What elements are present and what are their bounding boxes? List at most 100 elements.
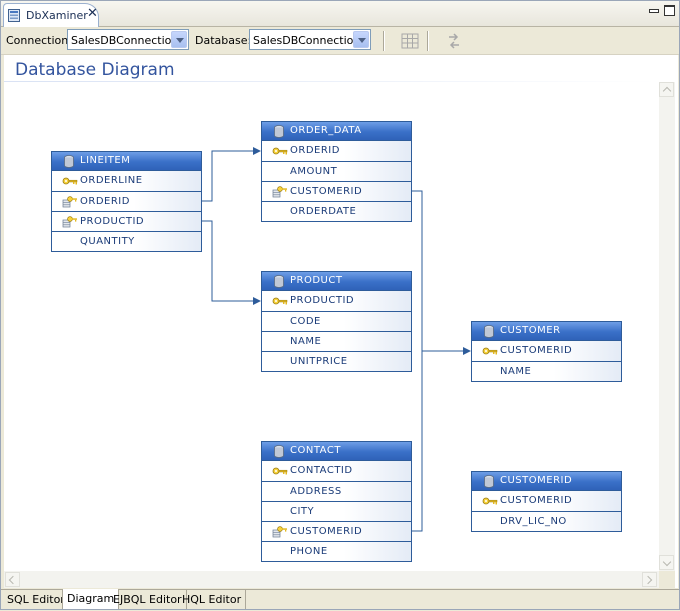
entity-column[interactable]: NAME <box>262 331 411 351</box>
entity-column[interactable]: CUSTOMERID <box>262 181 411 201</box>
column-label: NAME <box>290 336 322 347</box>
page-title: Database Diagram <box>15 60 175 80</box>
entity-column[interactable]: QUANTITY <box>52 231 201 251</box>
view-tab-title: DbXaminer <box>26 9 88 22</box>
entity-header[interactable]: CUSTOMERID <box>472 472 621 491</box>
entity-contact[interactable]: CONTACT CONTACTID ADDRESS CITY CUSTOMERI… <box>261 441 412 562</box>
column-label: ORDERID <box>290 145 340 156</box>
entity-name: CUSTOMERID <box>500 475 573 486</box>
chevron-down-icon[interactable] <box>353 31 369 48</box>
toolbar: Connection: SalesDBConnection Database: … <box>1 27 679 55</box>
column-label: PRODUCTID <box>80 216 145 227</box>
column-label: ADDRESS <box>290 486 342 497</box>
connection-select[interactable]: SalesDBConnection <box>67 29 189 50</box>
entity-order-data[interactable]: ORDER_DATA ORDERID AMOUNT CUSTOMERID ORD… <box>261 121 412 222</box>
entity-column[interactable]: DRV_LIC_NO <box>472 511 621 531</box>
entity-header[interactable]: CUSTOMER <box>472 322 621 341</box>
table-icon <box>484 325 494 338</box>
foreign-key-icon <box>62 196 77 208</box>
entity-name: CUSTOMER <box>500 325 561 336</box>
column-label: CONTACTID <box>290 465 353 476</box>
dbxaminer-window: DbXaminer ✕ Connection: SalesDBConnectio… <box>0 0 680 610</box>
entity-column[interactable]: ORDERDATE <box>262 201 411 221</box>
entity-column[interactable]: CUSTOMERID <box>472 341 621 361</box>
scroll-up-icon[interactable] <box>659 82 674 97</box>
entity-column[interactable]: AMOUNT <box>262 161 411 181</box>
entity-column[interactable]: CUSTOMERID <box>472 491 621 511</box>
entity-column[interactable]: CITY <box>262 501 411 521</box>
title-divider <box>4 81 658 82</box>
foreign-key-icon <box>272 186 287 198</box>
column-label: CUSTOMERID <box>290 526 363 537</box>
view-tab-bar: DbXaminer ✕ <box>1 1 679 27</box>
entity-column[interactable]: ADDRESS <box>262 481 411 501</box>
column-label: CODE <box>290 316 321 327</box>
column-label: DRV_LIC_NO <box>500 516 567 527</box>
column-label: ORDERLINE <box>80 175 143 186</box>
refresh-arrows-icon[interactable] <box>443 30 465 52</box>
column-label: ORDERDATE <box>290 206 357 217</box>
toolbar-separator <box>427 31 429 51</box>
tab-hql-editor[interactable]: HQL Editor <box>178 590 247 609</box>
entity-column[interactable]: CUSTOMERID <box>262 521 411 541</box>
scroll-down-icon[interactable] <box>659 555 674 570</box>
table-icon <box>274 445 284 458</box>
vertical-scrollbar[interactable] <box>659 82 675 571</box>
entity-column[interactable]: ORDERID <box>52 191 201 211</box>
entity-column[interactable]: UNITPRICE <box>262 351 411 371</box>
scrollbar-corner <box>659 571 675 588</box>
view-tab-dbxaminer[interactable]: DbXaminer ✕ <box>3 3 99 27</box>
column-label: QUANTITY <box>80 236 135 247</box>
entity-header[interactable]: ORDER_DATA <box>262 122 411 141</box>
column-label: UNITPRICE <box>290 356 348 367</box>
tab-ejbql-editor[interactable]: EJBQL Editor <box>109 590 187 609</box>
primary-key-icon <box>272 467 288 475</box>
tab-sql-editor[interactable]: SQL Editor <box>3 590 70 609</box>
entity-name: LINEITEM <box>80 155 131 166</box>
entity-product[interactable]: PRODUCT PRODUCTID CODE NAME UNITPRICE <box>261 271 412 372</box>
connection-select-value: SalesDBConnection <box>71 34 179 47</box>
column-label: PRODUCTID <box>290 295 355 306</box>
database-label: Database: <box>195 34 252 47</box>
entity-column[interactable]: PRODUCTID <box>52 211 201 231</box>
entity-column[interactable]: PRODUCTID <box>262 291 411 311</box>
entity-header[interactable]: LINEITEM <box>52 152 201 171</box>
column-label: CUSTOMERID <box>290 186 363 197</box>
entity-header[interactable]: CONTACT <box>262 442 411 461</box>
foreign-key-icon <box>62 216 77 228</box>
close-tab-icon[interactable]: ✕ <box>87 6 98 21</box>
entity-header[interactable]: PRODUCT <box>262 272 411 291</box>
entity-name: PRODUCT <box>290 275 343 286</box>
entity-column[interactable]: ORDERID <box>262 141 411 161</box>
column-label: PHONE <box>290 546 328 557</box>
maximize-icon[interactable] <box>664 5 675 16</box>
editor-tab-bar: SQL Editor Diagram EJBQL Editor HQL Edit… <box>1 589 679 609</box>
table-icon <box>64 155 74 168</box>
foreign-key-icon <box>272 526 287 538</box>
entity-lineitem[interactable]: LINEITEM ORDERLINE ORDERID PRODUCTID QUA… <box>51 151 202 252</box>
entity-column[interactable]: NAME <box>472 361 621 381</box>
minimize-icon[interactable] <box>648 5 659 16</box>
entity-customerid[interactable]: CUSTOMERID CUSTOMERID DRV_LIC_NO <box>471 471 622 532</box>
grid-layout-icon[interactable] <box>399 30 421 52</box>
database-select[interactable]: SalesDBConnection <box>249 29 371 50</box>
scroll-left-icon[interactable] <box>5 572 20 587</box>
chevron-down-icon[interactable] <box>171 31 187 48</box>
database-select-value: SalesDBConnection <box>253 34 361 47</box>
entity-column[interactable]: CODE <box>262 311 411 331</box>
scroll-right-icon[interactable] <box>642 572 657 587</box>
primary-key-icon <box>272 297 288 305</box>
primary-key-icon <box>482 497 498 505</box>
table-icon <box>274 275 284 288</box>
entity-name: CONTACT <box>290 445 341 456</box>
column-label: AMOUNT <box>290 166 338 177</box>
entity-column[interactable]: ORDERLINE <box>52 171 201 191</box>
database-app-icon <box>8 9 20 22</box>
horizontal-scrollbar[interactable] <box>4 571 659 588</box>
entity-column[interactable]: PHONE <box>262 541 411 561</box>
column-label: CUSTOMERID <box>500 495 573 506</box>
column-label: CITY <box>290 506 315 517</box>
entity-column[interactable]: CONTACTID <box>262 461 411 481</box>
entity-customer[interactable]: CUSTOMER CUSTOMERID NAME <box>471 321 622 382</box>
column-label: ORDERID <box>80 196 130 207</box>
